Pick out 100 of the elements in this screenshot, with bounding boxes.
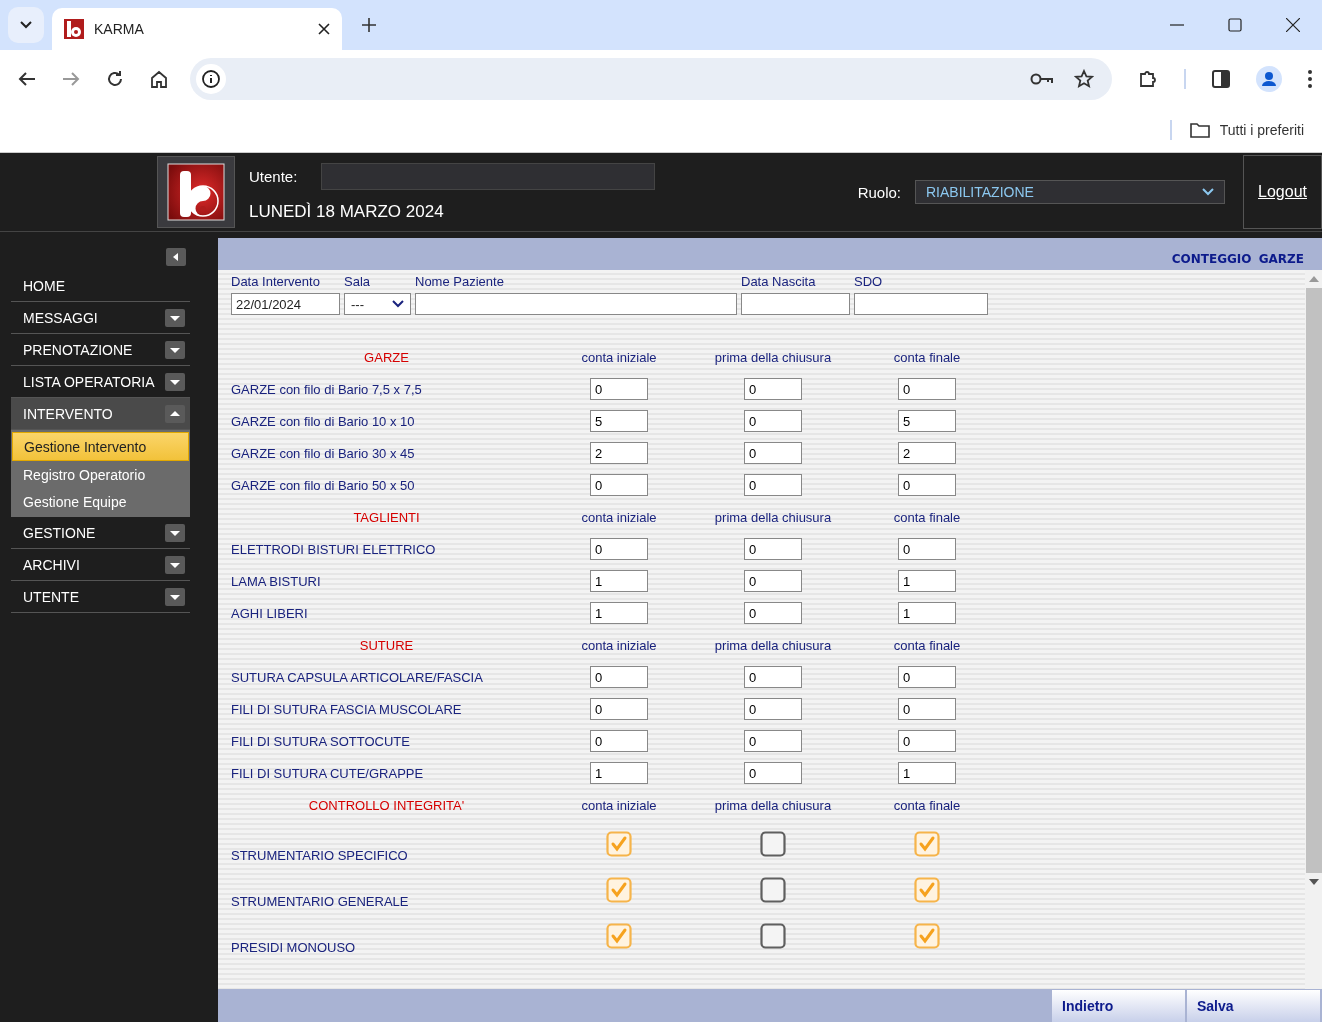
section-title: TAGLIENTI	[352, 509, 421, 525]
more-menu-icon[interactable]	[1308, 70, 1312, 88]
checkbox[interactable]	[760, 831, 786, 857]
count-input[interactable]: 0	[590, 538, 648, 560]
count-input[interactable]: 0	[898, 474, 956, 496]
nav-item[interactable]: MESSAGGI	[11, 302, 190, 334]
count-input[interactable]: 0	[744, 666, 802, 688]
input-field[interactable]	[741, 293, 850, 315]
input-field[interactable]	[415, 293, 737, 315]
count-input[interactable]: 0	[744, 410, 802, 432]
count-input[interactable]: 1	[590, 762, 648, 784]
nav-item[interactable]: INTERVENTO	[11, 398, 190, 430]
close-icon[interactable]	[318, 23, 330, 35]
row-label: LAMA BISTURI	[231, 573, 322, 589]
count-input[interactable]: 0	[590, 666, 648, 688]
count-input[interactable]: 0	[744, 378, 802, 400]
close-icon[interactable]	[1286, 18, 1300, 32]
count-input[interactable]: 0	[590, 730, 648, 752]
role-select[interactable]: RIABILITAZIONE	[915, 180, 1225, 204]
submenu-item[interactable]: Gestione Equipe	[12, 488, 189, 515]
footer-button[interactable]: Indietro	[1052, 990, 1185, 1022]
count-input[interactable]: 0	[590, 698, 648, 720]
count-input[interactable]: 0	[744, 474, 802, 496]
caret-up-icon	[165, 404, 185, 423]
back-arrow-icon[interactable]	[18, 71, 36, 87]
checkbox[interactable]	[914, 831, 940, 857]
bookmarks-folder[interactable]: Tutti i preferiti	[1189, 122, 1304, 138]
count-input[interactable]: 0	[898, 730, 956, 752]
count-input[interactable]: 0	[590, 474, 648, 496]
select-field[interactable]: ---	[344, 293, 411, 315]
reload-icon[interactable]	[106, 70, 124, 88]
checkbox[interactable]	[760, 877, 786, 903]
nav-item[interactable]: UTENTE	[11, 581, 190, 613]
checkbox[interactable]	[606, 877, 632, 903]
submenu-item[interactable]: Registro Operatorio	[12, 461, 189, 488]
side-panel-icon[interactable]	[1212, 70, 1230, 88]
nav-item[interactable]: ARCHIVI	[11, 549, 190, 581]
row-label: STRUMENTARIO SPECIFICO	[231, 847, 409, 865]
count-input[interactable]: 0	[744, 730, 802, 752]
count-input[interactable]: 5	[590, 410, 648, 432]
puzzle-icon[interactable]	[1138, 69, 1158, 89]
current-date: LUNEDÌ 18 MARZO 2024	[249, 201, 445, 222]
count-input[interactable]: 0	[898, 538, 956, 560]
profile-avatar-icon[interactable]	[1256, 66, 1282, 92]
star-icon[interactable]	[1074, 69, 1094, 89]
count-input[interactable]: 1	[898, 570, 956, 592]
field-label: Data Intervento	[231, 274, 321, 290]
count-input[interactable]: 0	[744, 570, 802, 592]
count-input[interactable]: 0	[744, 442, 802, 464]
caret-down-icon	[165, 372, 185, 391]
checkbox[interactable]	[606, 923, 632, 949]
chevron-down-icon	[20, 21, 32, 29]
forward-arrow-icon[interactable]	[62, 71, 80, 87]
checkbox[interactable]	[914, 923, 940, 949]
section-title: CONTROLLO INTEGRITA'	[307, 797, 466, 813]
caret-down-icon	[165, 340, 185, 359]
section-title: GARZE	[363, 349, 410, 365]
user-field[interactable]	[321, 162, 656, 190]
scroll-down-icon[interactable]	[1308, 879, 1319, 885]
checkbox[interactable]	[606, 831, 632, 857]
input-field[interactable]	[854, 293, 988, 315]
scrollbar[interactable]	[1305, 270, 1322, 989]
count-input[interactable]: 1	[590, 602, 648, 624]
submenu-item[interactable]: Gestione Intervento	[12, 432, 189, 461]
count-input[interactable]: 2	[898, 442, 956, 464]
count-input[interactable]: 0	[590, 378, 648, 400]
nav-item[interactable]: HOME	[11, 270, 190, 302]
count-input[interactable]: 1	[898, 762, 956, 784]
checkbox[interactable]	[760, 923, 786, 949]
count-input[interactable]: 0	[898, 666, 956, 688]
nav-item[interactable]: GESTIONE	[11, 517, 190, 549]
count-input[interactable]: 2	[590, 442, 648, 464]
count-input[interactable]: 0	[744, 698, 802, 720]
count-input[interactable]: 1	[590, 570, 648, 592]
info-icon[interactable]	[196, 64, 226, 94]
home-icon[interactable]	[150, 70, 168, 88]
row-label: FILI DI SUTURA CUTE/GRAPPE	[231, 765, 425, 781]
count-input[interactable]: 0	[744, 602, 802, 624]
input-field[interactable]: 22/01/2024	[231, 293, 340, 315]
nav-item[interactable]: PRENOTAZIONE	[11, 334, 190, 366]
collapse-left-icon[interactable]	[166, 248, 186, 266]
column-header: conta finale	[892, 797, 962, 813]
count-input[interactable]: 5	[898, 410, 956, 432]
caret-down-icon	[165, 587, 185, 606]
count-input[interactable]: 1	[898, 602, 956, 624]
count-input[interactable]: 0	[898, 698, 956, 720]
browser-tab[interactable]: KARMA	[52, 8, 342, 50]
column-header: conta iniziale	[580, 797, 658, 813]
maximize-icon[interactable]	[1228, 18, 1242, 32]
footer-button[interactable]: Salva	[1187, 990, 1320, 1022]
count-input[interactable]: 0	[898, 378, 956, 400]
plus-icon[interactable]	[362, 18, 376, 32]
tab-list-button[interactable]	[8, 7, 44, 43]
column-header: conta finale	[892, 637, 962, 653]
logout-link[interactable]: Logout	[1258, 183, 1307, 201]
key-icon[interactable]	[1030, 72, 1054, 86]
count-input[interactable]: 0	[744, 538, 802, 560]
checkbox[interactable]	[914, 877, 940, 903]
count-input[interactable]: 0	[744, 762, 802, 784]
chevron-down-icon	[392, 300, 404, 308]
